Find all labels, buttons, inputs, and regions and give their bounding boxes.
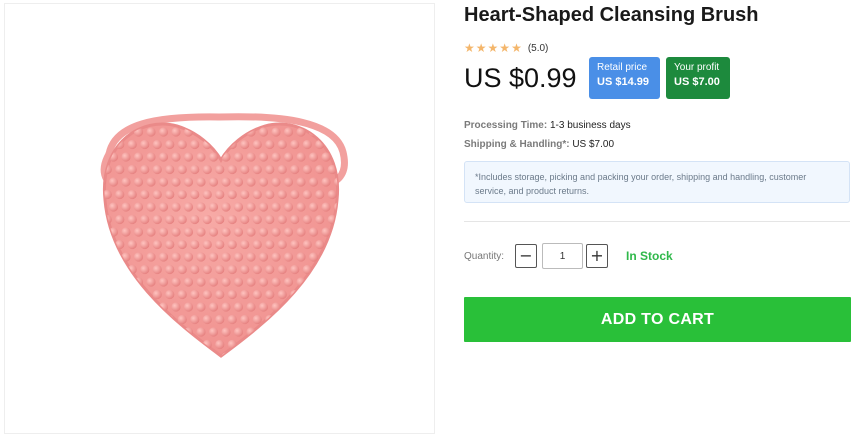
- processing-time-value: 1-3 business days: [549, 120, 631, 131]
- processing-time-label: Processing Time:: [464, 120, 548, 131]
- quantity-input[interactable]: [542, 243, 583, 269]
- shipping-note: *Includes storage, picking and packing y…: [464, 161, 850, 203]
- star-icon: ★: [487, 41, 499, 55]
- quantity-decrease-button[interactable]: −: [515, 244, 537, 268]
- star-icon: ★: [464, 41, 475, 55]
- star-icon: ★: [511, 41, 522, 55]
- retail-price-label: Retail price: [597, 62, 648, 73]
- add-to-cart-button[interactable]: ADD TO CART: [464, 297, 851, 342]
- heart-brush-image: [100, 113, 348, 358]
- retail-price-value: US $14.99: [597, 76, 649, 88]
- profit-value: US $7.00: [674, 76, 720, 88]
- retail-price-badge: Retail price US $14.99: [589, 57, 660, 99]
- profit-badge: Your profit US $7.00: [666, 57, 730, 99]
- product-title: Heart-Shaped Cleansing Brush: [464, 4, 759, 26]
- stock-status: In Stock: [626, 249, 673, 263]
- divider: [464, 221, 850, 222]
- rating-value: (5.0): [527, 42, 549, 54]
- quantity-label: Quantity:: [464, 251, 505, 262]
- rating-stars: ★ ★ ★ ★ ★: [464, 42, 522, 54]
- shipping-handling-label: Shipping & Handling*:: [464, 139, 570, 150]
- shipping-handling: Shipping & Handling*: US $7.00: [464, 139, 614, 150]
- product-price: US $0.99: [464, 63, 577, 93]
- quantity-increase-button[interactable]: +: [586, 244, 608, 268]
- product-image-panel: [4, 3, 435, 434]
- profit-label: Your profit: [674, 62, 720, 73]
- processing-time: Processing Time: 1-3 business days: [464, 120, 631, 131]
- shipping-handling-value: US $7.00: [572, 139, 615, 150]
- rating: ★ ★ ★ ★ ★ (5.0): [464, 42, 548, 54]
- star-icon: ★: [475, 41, 487, 55]
- star-icon: ★: [499, 41, 511, 55]
